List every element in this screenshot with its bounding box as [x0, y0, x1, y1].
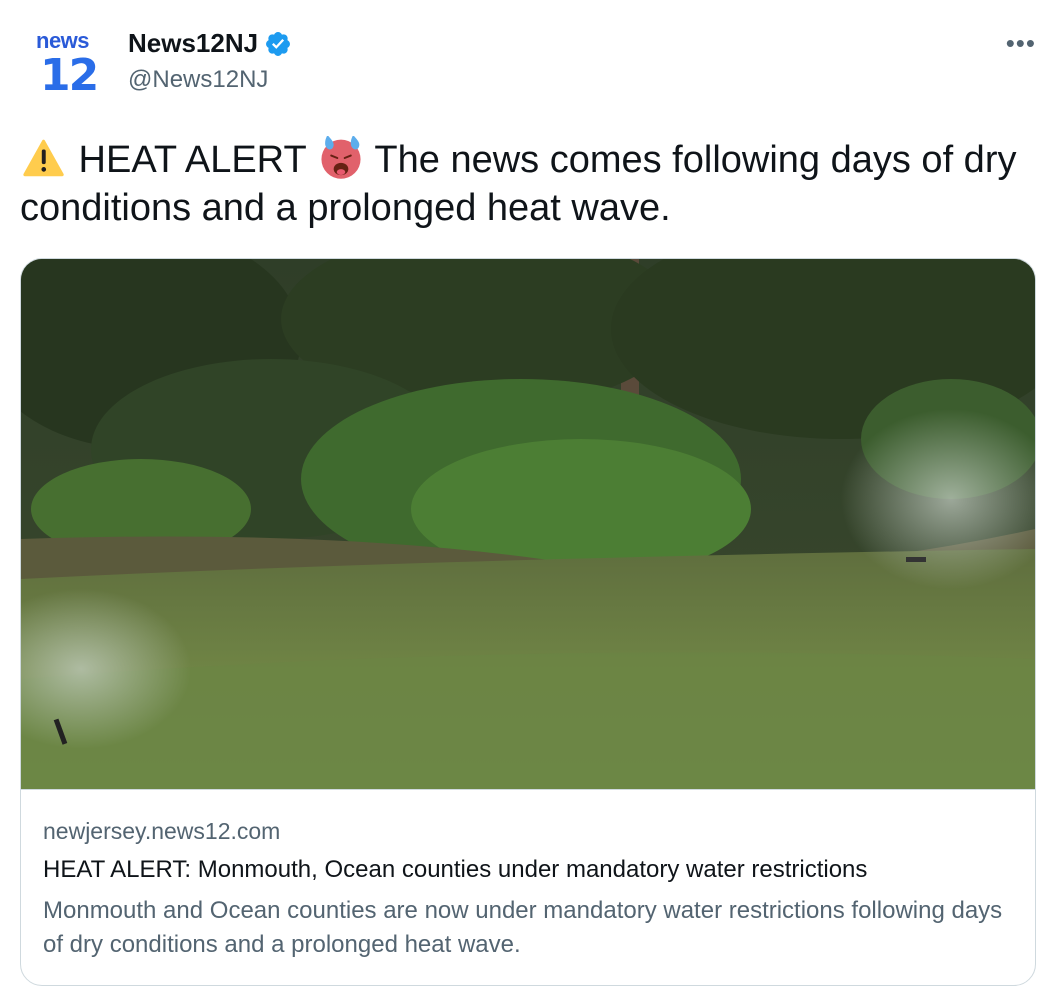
tweet-text-part: HEAT ALERT	[68, 139, 317, 181]
verified-badge-icon	[266, 31, 291, 56]
card-description: Monmouth and Ocean counties are now unde…	[43, 897, 1003, 958]
warning-icon	[23, 139, 64, 177]
link-card[interactable]: newjersey.news12.com HEAT ALERT: Monmout…	[20, 258, 1036, 986]
handle[interactable]: @News12NJ	[128, 66, 268, 94]
name-line: News12NJ	[128, 28, 292, 59]
tweet-header: news 12 News12NJ @News12NJ •••	[20, 18, 1036, 108]
tweet-text: HEAT ALERT The news comes following days…	[20, 136, 1036, 232]
card-image[interactable]	[21, 259, 1035, 789]
card-domain: newjersey.news12.com	[43, 818, 281, 844]
display-name[interactable]: News12NJ	[128, 28, 258, 59]
card-title: HEAT ALERT: Monmouth, Ocean counties und…	[43, 856, 868, 883]
more-options-icon[interactable]: •••	[1006, 28, 1036, 59]
card-meta[interactable]: newjersey.news12.com HEAT ALERT: Monmout…	[21, 789, 1035, 985]
avatar-logo-number: 12	[40, 50, 99, 101]
hot-face-icon	[320, 136, 361, 179]
avatar[interactable]: news 12	[26, 26, 108, 108]
